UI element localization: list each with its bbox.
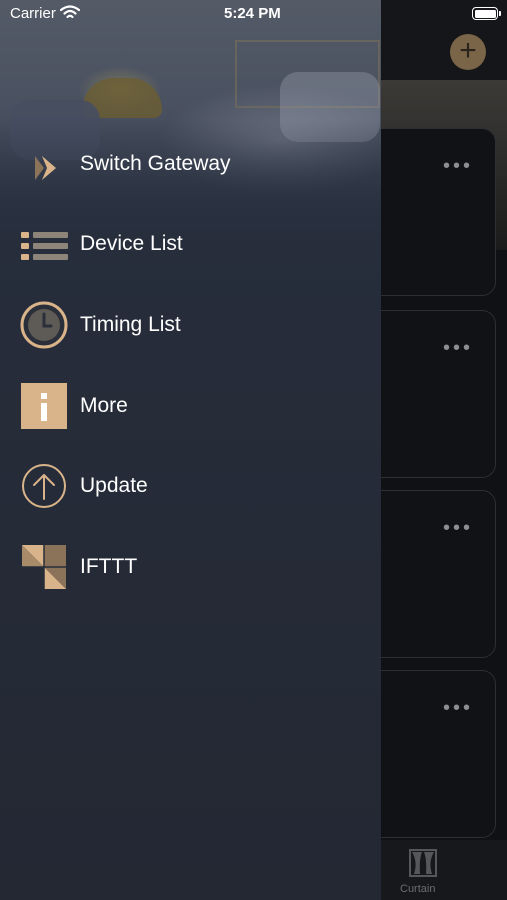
add-device-button[interactable]: + (450, 34, 486, 70)
clock-icon (20, 301, 68, 349)
status-bar: Carrier 5:24 PM (0, 0, 507, 28)
tab-curtain[interactable]: Curtain (400, 883, 435, 895)
menu-item-device-list[interactable]: Device List (0, 213, 381, 275)
arrow-up-circle-icon (22, 464, 66, 508)
info-icon (21, 383, 67, 429)
drawer-header-image (0, 0, 381, 230)
menu-item-label: Update (80, 474, 148, 497)
carrier-label: Carrier (10, 5, 56, 22)
ifttt-icon (22, 545, 66, 589)
menu-item-label: Timing List (80, 313, 181, 336)
curtain-icon[interactable] (408, 848, 438, 878)
card-more-icon[interactable]: ••• (443, 697, 473, 720)
switch-gateway-icon (35, 156, 56, 180)
menu-item-timing-list[interactable]: Timing List (0, 294, 381, 356)
card-more-icon[interactable]: ••• (443, 517, 473, 540)
menu-item-more[interactable]: More (0, 375, 381, 437)
battery-icon (472, 7, 501, 20)
menu-item-update[interactable]: Update (0, 455, 381, 517)
menu-item-label: Switch Gateway (80, 152, 231, 175)
menu-item-label: IFTTT (80, 555, 138, 578)
menu-item-ifttt[interactable]: IFTTT (0, 536, 381, 598)
list-icon (21, 232, 68, 260)
side-drawer: Switch Gateway Device List Timing List M… (0, 0, 381, 900)
menu-item-switch-gateway[interactable]: Switch Gateway (0, 133, 381, 195)
menu-item-label: Device List (80, 232, 183, 255)
card-more-icon[interactable]: ••• (443, 337, 473, 360)
wifi-icon (60, 5, 80, 19)
menu-item-label: More (80, 394, 128, 417)
card-more-icon[interactable]: ••• (443, 155, 473, 178)
status-time: 5:24 PM (224, 5, 281, 22)
